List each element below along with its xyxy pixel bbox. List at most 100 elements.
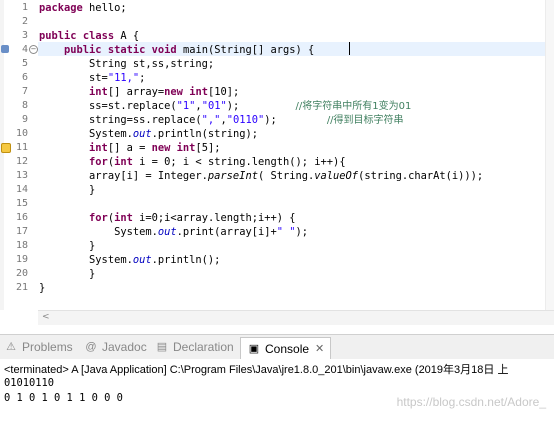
console-output-line: 01010110	[4, 377, 55, 389]
code-line: }	[39, 281, 45, 295]
code-token: .print(array[i]+	[176, 226, 277, 238]
overview-ruler[interactable]	[545, 0, 554, 310]
code-token: for	[89, 212, 108, 224]
code-token: }	[39, 282, 46, 294]
code-token: int	[89, 86, 108, 98]
code-line: System.out.println(string);	[39, 127, 258, 141]
code-token: st=	[39, 72, 108, 84]
code-line: string=ss.replace(",","0110"); //得到目标字符串	[39, 113, 404, 128]
code-token: class	[82, 30, 115, 42]
line-number: 4	[21, 44, 28, 55]
line-number: 11	[15, 142, 28, 153]
line-number: 2	[21, 16, 28, 27]
fold-collapse-icon[interactable]: −	[29, 45, 38, 54]
code-line: int[] array=new int[10];	[39, 85, 239, 99]
code-token: array[i] = Integer.	[39, 170, 208, 182]
code-token: //将字符串中所有1变为01	[295, 101, 412, 112]
tab-console[interactable]: ▣ Console ✕	[240, 337, 332, 359]
tab-label: Javadoc	[102, 340, 147, 354]
code-token: }	[39, 268, 96, 280]
code-token: [10];	[207, 86, 240, 98]
tab-problems[interactable]: ⚠ Problems	[4, 337, 73, 357]
code-token: int	[176, 142, 196, 154]
code-token: public	[64, 44, 102, 56]
console-status: <terminated> A [Java Application] C:\Pro…	[4, 364, 509, 376]
tab-label: Declaration	[173, 340, 234, 354]
code-token: .println();	[151, 254, 221, 266]
declaration-icon: ▤	[156, 341, 168, 353]
line-number: 17	[15, 226, 28, 237]
code-token: "11,"	[107, 72, 140, 84]
code-line: package hello;	[39, 1, 127, 15]
code-token: int	[89, 142, 108, 154]
code-token: System.	[39, 254, 133, 266]
code-line: }	[39, 267, 95, 281]
line-number: 8	[21, 100, 28, 111]
horizontal-scrollbar[interactable]: <	[38, 310, 554, 325]
tab-javadoc[interactable]: @ Javadoc	[84, 337, 147, 357]
line-number: 21	[15, 282, 28, 293]
line-number: 6	[21, 72, 28, 83]
code-line: }	[39, 239, 95, 253]
code-token: "1"	[176, 100, 196, 112]
line-number: 14	[15, 184, 28, 195]
code-token: valueOf	[314, 170, 359, 182]
code-token: "0110"	[226, 114, 265, 126]
code-token: hello;	[82, 2, 127, 14]
code-token: String st,ss,string;	[39, 58, 215, 70]
console-view[interactable]: <terminated> A [Java Application] C:\Pro…	[0, 359, 554, 423]
code-line: System.out.println();	[39, 253, 220, 267]
code-token: [] array=	[107, 86, 165, 98]
code-token: " "	[276, 226, 296, 238]
code-token: out	[157, 226, 177, 238]
line-number: 5	[21, 58, 28, 69]
watermark: https://blog.csdn.net/Adore_	[396, 395, 546, 409]
code-token: string=ss.replace(	[39, 114, 202, 126]
code-token: public	[39, 30, 77, 42]
code-token: //得到目标字符串	[326, 115, 404, 126]
code-token: new	[164, 86, 183, 98]
code-line: array[i] = Integer.parseInt( String.valu…	[39, 169, 483, 183]
line-number: 3	[21, 30, 28, 41]
code-token: System.	[39, 128, 133, 140]
code-token: static	[107, 44, 146, 56]
problems-icon: ⚠	[6, 341, 16, 353]
code-token: (string.charAt(i)));	[358, 170, 484, 182]
code-token: );	[295, 226, 309, 238]
code-token: "01"	[201, 100, 227, 112]
code-token: out	[132, 128, 152, 140]
code-token: void	[151, 44, 177, 56]
code-token: new	[151, 142, 171, 154]
code-token: parseInt	[207, 170, 258, 182]
tab-label: Problems	[22, 340, 73, 354]
close-icon[interactable]: ✕	[315, 342, 324, 355]
code-token: );	[226, 100, 296, 112]
code-line: public class A {	[39, 29, 139, 43]
code-token: out	[132, 254, 152, 266]
code-token: i = 0; i < string.length(); i++){	[132, 156, 346, 168]
console-output-line: 0 1 0 1 0 1 1 0 0 0	[4, 392, 123, 404]
code-token: main(String[] args) {	[176, 44, 315, 56]
code-editor[interactable]: package hello; public class A { public st…	[0, 0, 554, 310]
line-number: 13	[15, 170, 28, 181]
text-cursor	[349, 42, 350, 55]
code-token: for	[89, 156, 108, 168]
code-line: for(int i=0;i<array.length;i++) {	[39, 211, 295, 225]
code-token: A {	[114, 30, 140, 42]
code-token: [5];	[195, 142, 221, 154]
code-token: }	[39, 240, 96, 252]
code-token: ","	[201, 114, 221, 126]
line-number: 19	[15, 254, 28, 265]
line-number: 9	[21, 114, 28, 125]
line-number: 7	[21, 86, 28, 97]
scroll-left-icon[interactable]: <	[42, 312, 50, 322]
console-icon: ▣	[248, 342, 260, 355]
javadoc-icon: @	[85, 341, 97, 353]
line-number: 10	[15, 128, 28, 139]
tab-declaration[interactable]: ▤ Declaration	[155, 337, 234, 357]
line-number: 1	[21, 2, 28, 13]
